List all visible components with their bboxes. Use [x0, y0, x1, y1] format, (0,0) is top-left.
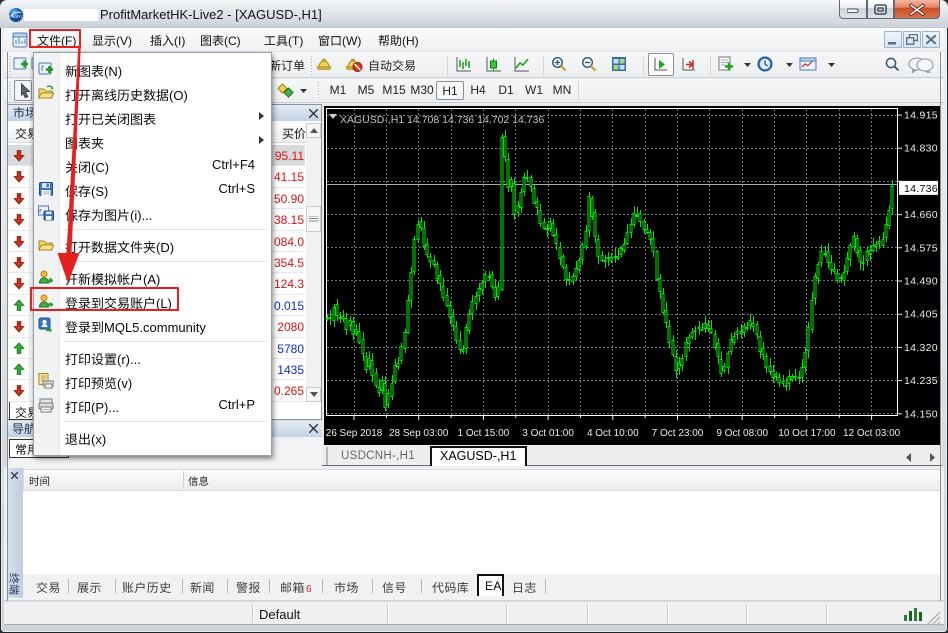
svg-text:14.320: 14.320 [904, 342, 938, 354]
svg-text:4 Oct 10:00: 4 Oct 10:00 [587, 428, 639, 439]
svg-text:10 Oct 17:00: 10 Oct 17:00 [778, 428, 836, 439]
svg-text:28 Sep 03:00: 28 Sep 03:00 [389, 428, 449, 439]
svg-text:14.660: 14.660 [904, 209, 938, 221]
svg-text:14.575: 14.575 [904, 242, 938, 254]
svg-text:14.235: 14.235 [904, 375, 938, 387]
svg-text:14.830: 14.830 [904, 143, 938, 155]
svg-text:9 Oct 08:00: 9 Oct 08:00 [716, 428, 768, 439]
svg-text:14.150: 14.150 [904, 408, 938, 420]
svg-text:14.405: 14.405 [904, 309, 938, 321]
svg-text:14.915: 14.915 [904, 110, 938, 122]
svg-text:XAGUSD-,H1 14.708 14.736 14.7: XAGUSD-,H1 14.708 14.736 14.702 14.736 [340, 114, 544, 126]
svg-text:14.736: 14.736 [904, 183, 938, 195]
svg-text:PROFIT: PROFIT [9, 15, 23, 19]
svg-text:7 Oct 23:00: 7 Oct 23:00 [652, 428, 704, 439]
svg-text:14.490: 14.490 [904, 276, 938, 288]
svg-text:3 Oct 01:00: 3 Oct 01:00 [522, 428, 574, 439]
svg-text:1 Oct 15:00: 1 Oct 15:00 [458, 428, 510, 439]
svg-text:26 Sep 2018: 26 Sep 2018 [326, 428, 383, 439]
svg-text:12 Oct 03:00: 12 Oct 03:00 [843, 428, 901, 439]
